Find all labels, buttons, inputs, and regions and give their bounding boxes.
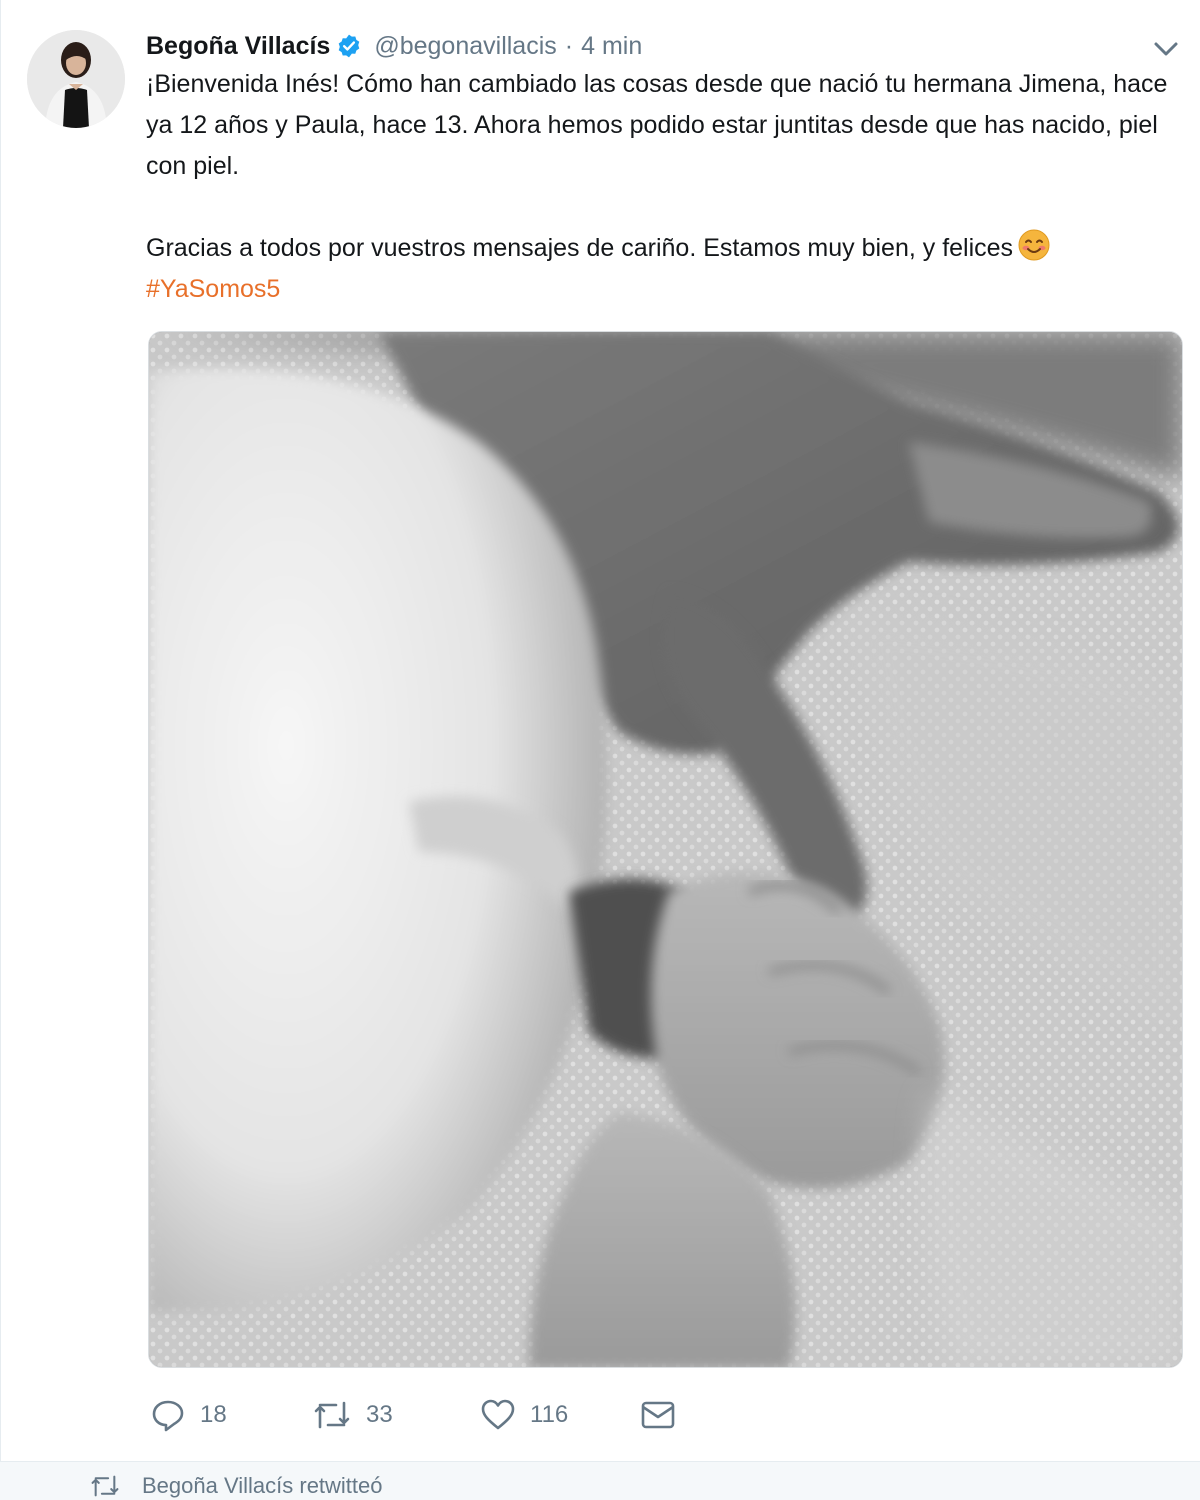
- smiling-face-emoji-icon: [1017, 228, 1051, 262]
- timestamp[interactable]: 4 min: [581, 32, 642, 61]
- reply-icon: [152, 1400, 184, 1432]
- heart-icon: [481, 1399, 515, 1430]
- separator: ·: [564, 31, 574, 60]
- tweet-paragraph-2: Gracias a todos por vuestros mensajes de…: [146, 228, 1186, 269]
- hashtag-link[interactable]: #YaSomos5: [146, 275, 280, 303]
- tweet-hashtag-line: #YaSomos5: [146, 269, 1186, 310]
- reply-count: 18: [200, 1401, 227, 1428]
- envelope-icon: [641, 1401, 675, 1429]
- author-handle[interactable]: @begonavillacis: [374, 32, 556, 61]
- like-button[interactable]: 116: [480, 1390, 568, 1440]
- chevron-down-icon[interactable]: [1151, 34, 1181, 64]
- verified-badge-icon: [336, 33, 362, 59]
- tweet-actions: 18 33 116: [146, 1390, 746, 1440]
- retweet-icon: [314, 1401, 350, 1429]
- like-count: 116: [530, 1401, 569, 1428]
- tweet-header: Begoña Villacís @begonavillacis · 4 min: [146, 28, 642, 64]
- author-name[interactable]: Begoña Villacís: [146, 32, 330, 61]
- tweet-card[interactable]: Begoña Villacís @begonavillacis · 4 min …: [0, 0, 1200, 1462]
- avatar-image: [27, 30, 125, 128]
- retweet-context-label[interactable]: Begoña Villacís retwitteó: [142, 1473, 383, 1499]
- retweet-icon: [91, 1475, 119, 1497]
- tweet-text: ¡Bienvenida Inés! Cómo han cambiado las …: [146, 64, 1186, 310]
- photo-image: [149, 332, 1182, 1367]
- tweet-paragraph-2-text: Gracias a todos por vuestros mensajes de…: [146, 234, 1014, 262]
- direct-message-button[interactable]: [640, 1390, 690, 1440]
- tweet-paragraph-1: ¡Bienvenida Inés! Cómo han cambiado las …: [146, 70, 1168, 180]
- retweet-count: 33: [366, 1401, 393, 1428]
- retweet-button[interactable]: 33: [312, 1390, 393, 1440]
- avatar[interactable]: [27, 30, 125, 128]
- next-tweet-retweet-context: Begoña Villacís retwitteó: [88, 1472, 383, 1500]
- tweet-photo[interactable]: [148, 331, 1183, 1368]
- reply-button[interactable]: 18: [150, 1390, 227, 1440]
